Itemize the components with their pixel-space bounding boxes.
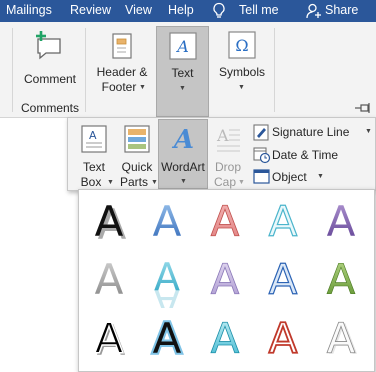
calendar-clock-icon — [253, 147, 271, 164]
tell-me-search[interactable]: Tell me — [239, 3, 279, 17]
new-comment-icon — [36, 31, 61, 60]
drop-cap-label-line1: Drop — [214, 160, 241, 174]
wordart-style-black-white-outline[interactable]: A A — [81, 308, 137, 366]
chevron-down-icon: ▼ — [365, 128, 372, 135]
text-label: Text — [171, 66, 194, 80]
svg-text:A: A — [175, 37, 189, 56]
tab-help[interactable]: Help — [168, 3, 194, 17]
object-label: Object — [272, 170, 307, 184]
chevron-down-icon: ▼ — [180, 178, 187, 185]
svg-text:A: A — [95, 197, 124, 246]
quick-parts-label-line1: Quick — [121, 160, 153, 174]
svg-text:A: A — [95, 314, 124, 363]
wordart-label: WordArt — [161, 160, 205, 174]
comment-label: Comment — [23, 72, 76, 86]
pin-ribbon-icon[interactable] — [354, 102, 372, 114]
text-box-icon: A — [169, 32, 197, 60]
wordart-style-white-gray-outline[interactable]: A A — [313, 308, 369, 366]
object-button[interactable]: Object ▼ — [253, 167, 373, 187]
svg-text:A: A — [95, 255, 124, 304]
svg-text:A: A — [327, 197, 356, 246]
svg-text:A: A — [327, 255, 356, 304]
wordart-button[interactable]: A WordArt ▼ — [158, 119, 208, 189]
wordart-style-red-white-outline[interactable]: A — [255, 308, 311, 366]
comments-group-label: Comments — [20, 101, 79, 115]
svg-text:Ω: Ω — [235, 36, 248, 55]
ribbon-tab-bar: Mailings Review View Help Tell me Share — [0, 0, 376, 22]
quick-parts-label-line2: Parts — [119, 175, 148, 189]
text-box-label-line1: Text — [82, 160, 105, 174]
ribbon: Comment Comments Header & Footer ▼ A Tex… — [0, 22, 376, 118]
drop-cap-button[interactable]: A Drop Cap ▼ — [210, 122, 246, 189]
group-divider — [12, 28, 13, 112]
svg-text:A: A — [211, 255, 240, 304]
svg-text:A: A — [327, 314, 356, 363]
quick-parts-icon — [124, 125, 150, 153]
chevron-down-icon: ▼ — [238, 179, 245, 186]
signature-line-label: Signature Line — [272, 125, 350, 139]
share-person-icon[interactable] — [306, 3, 322, 19]
wordart-style-gray-gradient[interactable]: A — [81, 250, 137, 308]
tab-review[interactable]: Review — [70, 3, 111, 17]
wordart-style-red-outline[interactable]: A — [197, 192, 253, 250]
wordart-style-black-blue-glow[interactable]: A A — [139, 308, 195, 366]
header-footer-button[interactable]: Header & Footer ▼ — [92, 28, 152, 102]
header-footer-label-line2: Footer — [101, 80, 137, 94]
wordart-style-green-bevel[interactable]: A — [313, 250, 369, 308]
wordart-style-cyan-bevel[interactable]: A — [197, 308, 253, 366]
svg-text:A: A — [216, 126, 229, 145]
text-box-icon: A — [81, 125, 107, 153]
share-button[interactable]: Share — [325, 3, 358, 17]
svg-text:A: A — [154, 281, 180, 308]
date-time-button[interactable]: Date & Time — [253, 145, 373, 165]
lightbulb-icon[interactable] — [212, 2, 226, 20]
group-divider — [85, 28, 86, 112]
svg-text:A: A — [269, 255, 298, 304]
chevron-down-icon: ▼ — [238, 84, 245, 91]
wordart-style-blue-gradient[interactable]: A — [139, 192, 195, 250]
svg-text:A: A — [211, 197, 240, 246]
object-icon — [253, 169, 270, 184]
date-time-label: Date & Time — [272, 148, 339, 162]
omega-symbol-icon: Ω — [228, 31, 256, 59]
chevron-down-icon: ▼ — [107, 179, 114, 186]
svg-text:A: A — [153, 314, 182, 363]
signature-line-icon — [253, 124, 269, 141]
wordart-style-teal-reflection[interactable]: A A — [139, 250, 195, 308]
wordart-style-black-shadow[interactable]: A A — [81, 192, 137, 250]
symbols-label: Symbols — [218, 65, 265, 79]
wordart-style-cyan-outline[interactable]: A — [255, 192, 311, 250]
header-footer-icon — [112, 33, 132, 59]
svg-text:A: A — [153, 197, 182, 246]
quick-parts-button[interactable]: Quick Parts ▼ — [117, 122, 158, 189]
tab-view[interactable]: View — [125, 3, 152, 17]
svg-text:A: A — [171, 125, 194, 153]
wordart-style-lavender-bevel[interactable]: A — [197, 250, 253, 308]
wordart-icon: A — [171, 125, 194, 153]
chevron-down-icon: ▼ — [317, 173, 324, 180]
drop-cap-label-line2: Cap — [213, 175, 236, 189]
header-footer-label-line1: Header & — [96, 65, 148, 79]
tab-mailings[interactable]: Mailings — [6, 3, 52, 17]
symbols-button[interactable]: Ω Symbols ▼ — [214, 28, 270, 102]
svg-text:A: A — [269, 197, 298, 246]
wordart-style-blue-outline[interactable]: A — [255, 250, 311, 308]
text-box-button[interactable]: A Text Box ▼ — [74, 122, 114, 189]
chevron-down-icon: ▼ — [151, 179, 158, 186]
wordart-gallery: A A A A A A A A A A A A A A A A A A A A — [78, 189, 375, 372]
svg-text:A: A — [269, 314, 298, 363]
text-dropdown-panel: A Text Box ▼ Quick Parts ▼ A WordArt ▼ A — [67, 117, 376, 191]
chevron-down-icon: ▼ — [139, 84, 146, 91]
svg-text:A: A — [211, 314, 240, 363]
svg-text:A: A — [89, 129, 97, 142]
text-box-label-line2: Box — [80, 175, 102, 189]
new-comment-button[interactable]: Comment — [18, 28, 82, 90]
drop-cap-icon: A — [216, 126, 240, 152]
chevron-down-icon: ▼ — [179, 85, 186, 92]
text-group-button[interactable]: A Text ▼ — [156, 26, 209, 117]
signature-line-button[interactable]: Signature Line ▼ — [253, 122, 373, 142]
group-divider — [274, 28, 275, 112]
wordart-style-purple-gradient[interactable]: A — [313, 192, 369, 250]
